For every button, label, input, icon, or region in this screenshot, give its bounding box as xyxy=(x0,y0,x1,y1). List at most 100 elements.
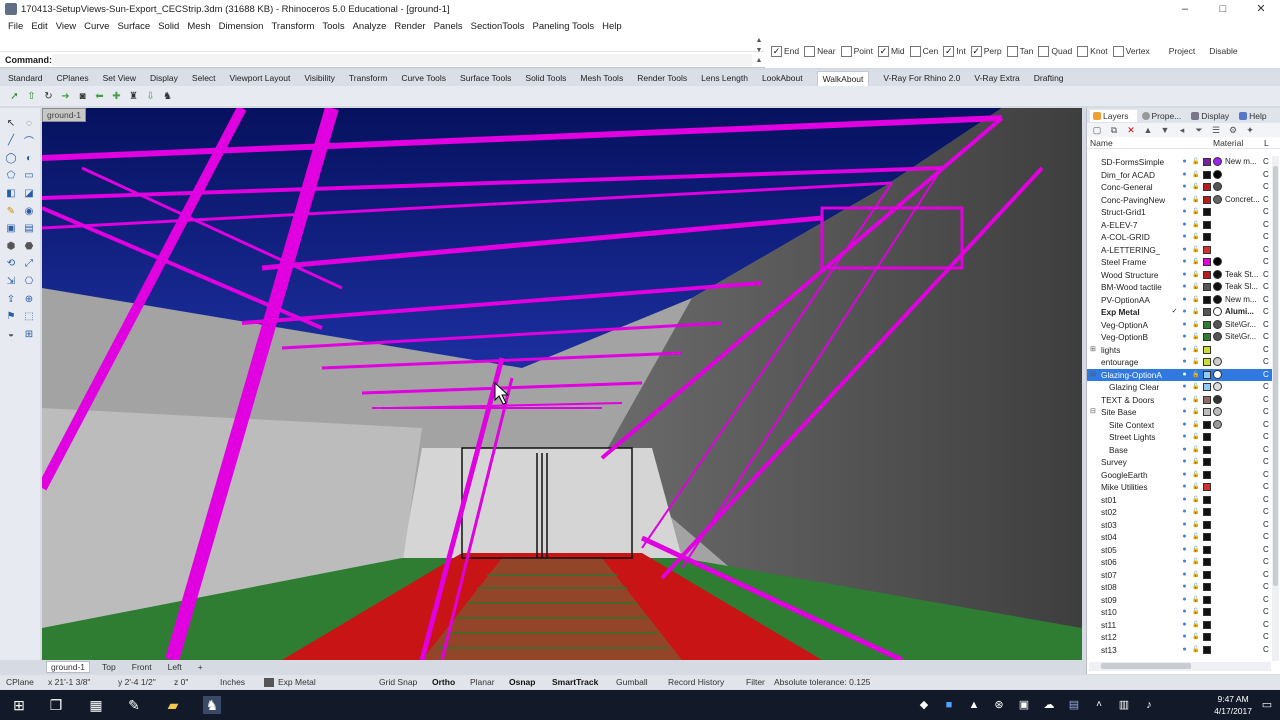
layer-name[interactable]: st02 xyxy=(1101,507,1117,517)
layer-row[interactable]: Veg-OptionB ● 🔓 Site\Gr... C xyxy=(1087,331,1272,344)
perspective-viewport[interactable]: ground-1 xyxy=(42,108,1082,660)
linetype-cell[interactable]: C xyxy=(1263,495,1269,504)
lock-icon[interactable]: 🔓 xyxy=(1192,558,1199,566)
lock-icon[interactable]: 🔓 xyxy=(1192,508,1199,516)
lock-icon[interactable]: 🔓 xyxy=(1192,171,1199,179)
material-swatch[interactable] xyxy=(1213,257,1222,266)
linetype-cell[interactable]: C xyxy=(1263,420,1269,429)
layer-color-swatch[interactable] xyxy=(1203,395,1211,404)
step-down-icon[interactable]: ⇩ xyxy=(144,90,157,103)
osnap-checkbox[interactable]: ✓ xyxy=(877,45,889,57)
material-swatch[interactable] xyxy=(1213,382,1222,391)
layer-name[interactable]: Conc-PavingNew xyxy=(1101,195,1165,205)
layer-row[interactable]: Wood Structure ● 🔓 Teak St... C xyxy=(1087,269,1272,282)
layer-row[interactable]: Steel Frame ● 🔓 C xyxy=(1087,256,1272,269)
layer-row[interactable]: Survey ● 🔓 C xyxy=(1087,456,1272,469)
layer-name[interactable]: st01 xyxy=(1101,495,1117,505)
visibility-bulb-icon[interactable]: ● xyxy=(1181,371,1188,379)
tool-icon-9[interactable]: ◧ xyxy=(4,186,18,200)
osnap-checkbox[interactable] xyxy=(909,45,921,57)
layer-row[interactable]: Dim_for ACAD ● 🔓 C xyxy=(1087,169,1272,182)
tool-icon-4[interactable]: ⌒ xyxy=(22,134,36,148)
tool-icon-24[interactable]: ⬚ xyxy=(22,310,36,324)
visibility-bulb-icon[interactable]: ● xyxy=(1181,646,1188,654)
layer-color-swatch[interactable] xyxy=(1203,620,1211,629)
file-explorer-icon[interactable]: ▰ xyxy=(164,696,182,714)
expand-toggle-icon[interactable]: ⊟ xyxy=(1090,407,1096,415)
tool-icon-2[interactable]: ◌ xyxy=(22,116,36,130)
menu-file[interactable]: File xyxy=(8,21,23,32)
linetype-cell[interactable]: C xyxy=(1263,607,1269,616)
linetype-cell[interactable]: C xyxy=(1263,157,1269,166)
osnap-checkbox[interactable] xyxy=(840,45,852,57)
visibility-bulb-icon[interactable]: ● xyxy=(1181,621,1188,629)
menu-tools[interactable]: Tools xyxy=(322,21,344,32)
lock-icon[interactable]: 🔓 xyxy=(1192,533,1199,541)
visibility-bulb-icon[interactable]: ● xyxy=(1181,183,1188,191)
visibility-bulb-icon[interactable]: ● xyxy=(1181,308,1188,316)
menu-edit[interactable]: Edit xyxy=(31,21,47,32)
layer-color-swatch[interactable] xyxy=(1203,508,1211,516)
material-swatch[interactable] xyxy=(1213,194,1222,204)
visibility-bulb-icon[interactable]: ● xyxy=(1181,483,1188,491)
osnap-int[interactable]: ✓ Int xyxy=(943,45,966,57)
status-smarttrack[interactable]: SmartTrack xyxy=(552,677,598,687)
layer-row[interactable]: TEXT & Doors ● 🔓 C xyxy=(1087,394,1272,407)
status-record-history[interactable]: Record History xyxy=(668,677,724,687)
layer-color-swatch[interactable] xyxy=(1203,308,1211,316)
lock-icon[interactable]: 🔓 xyxy=(1192,271,1199,279)
start-icon[interactable]: ⊞ xyxy=(10,696,28,714)
linetype-cell[interactable]: C xyxy=(1263,470,1269,479)
layer-color-swatch[interactable] xyxy=(1203,245,1211,254)
layer-color-swatch[interactable] xyxy=(1203,633,1211,641)
layer-name[interactable]: A-COL-GRID xyxy=(1101,232,1150,242)
tab-display[interactable]: Display xyxy=(1191,111,1234,121)
tab-lens-length[interactable]: Lens Length xyxy=(701,73,748,83)
layer-color-swatch[interactable] xyxy=(1203,545,1211,554)
viewport-tab-front[interactable]: Front xyxy=(128,662,156,672)
lock-icon[interactable]: 🔓 xyxy=(1192,383,1199,391)
tray-icon-6[interactable]: ☁ xyxy=(1040,696,1058,714)
visibility-bulb-icon[interactable]: ● xyxy=(1181,496,1188,504)
visibility-bulb-icon[interactable]: ● xyxy=(1181,258,1188,266)
layer-name[interactable]: Veg-OptionB xyxy=(1101,332,1148,342)
layer-color-swatch[interactable] xyxy=(1203,170,1211,179)
visibility-bulb-icon[interactable]: ● xyxy=(1181,233,1188,241)
layer-row[interactable]: Exp Metal ✓ ● 🔓 Alumi... C xyxy=(1087,306,1272,319)
layer-color-swatch[interactable] xyxy=(1203,345,1211,354)
layer-row[interactable]: st04 ● 🔓 C xyxy=(1087,531,1272,544)
layers-horizontal-scrollbar[interactable] xyxy=(1089,662,1271,671)
linetype-cell[interactable]: C xyxy=(1263,432,1269,441)
minimize-button[interactable]: – xyxy=(1166,0,1204,18)
visibility-bulb-icon[interactable]: ● xyxy=(1181,333,1188,341)
material-swatch[interactable] xyxy=(1213,182,1222,191)
new-layer-icon[interactable]: ▢ xyxy=(1091,125,1103,136)
add-viewport-tab[interactable]: + xyxy=(194,662,207,672)
lock-icon[interactable]: 🔓 xyxy=(1192,358,1199,366)
linetype-cell[interactable]: C xyxy=(1263,532,1269,541)
linetype-cell[interactable]: C xyxy=(1263,170,1269,179)
layer-name[interactable]: Exp Metal xyxy=(1101,307,1140,317)
layer-color-swatch[interactable] xyxy=(1203,370,1211,379)
layer-name[interactable]: TEXT & Doors xyxy=(1101,395,1154,405)
layer-name[interactable]: Base xyxy=(1109,445,1128,455)
layer-color-swatch[interactable] xyxy=(1203,295,1211,304)
osnap-checkbox[interactable] xyxy=(1006,45,1018,57)
layer-name[interactable]: st05 xyxy=(1101,545,1117,555)
layer-name[interactable]: Survey xyxy=(1101,457,1127,467)
visibility-bulb-icon[interactable]: ● xyxy=(1181,546,1188,554)
tab-cplanes[interactable]: CPlanes xyxy=(57,73,89,83)
osnap-project[interactable]: Project xyxy=(1169,46,1195,56)
layer-color-swatch[interactable] xyxy=(1203,420,1211,429)
visibility-bulb-icon[interactable]: ● xyxy=(1181,283,1188,291)
visibility-bulb-icon[interactable]: ● xyxy=(1181,296,1188,304)
tab-mesh-tools[interactable]: Mesh Tools xyxy=(580,73,623,83)
menu-sectiontools[interactable]: SectionTools xyxy=(471,21,525,32)
layer-row[interactable]: GoogleEarth ● 🔓 C xyxy=(1087,469,1272,482)
menu-view[interactable]: View xyxy=(56,21,76,32)
layer-name[interactable]: st13 xyxy=(1101,645,1117,655)
material-swatch[interactable] xyxy=(1213,332,1222,341)
linetype-cell[interactable]: C xyxy=(1263,245,1269,254)
layer-color-swatch[interactable] xyxy=(1203,483,1211,491)
tool-icon-19[interactable]: ⇲ xyxy=(4,274,18,288)
